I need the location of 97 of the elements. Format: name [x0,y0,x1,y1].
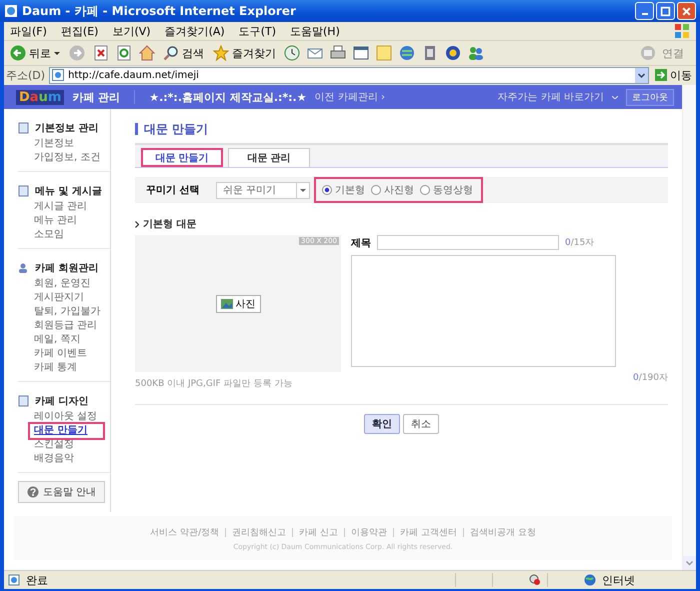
sidebar-item[interactable]: 가입정보, 조건 [18,151,100,165]
sidebar-item[interactable]: 레이아웃 설정 [18,410,98,424]
search-icon [163,45,179,61]
cafe-shortcut-dropdown[interactable]: 자주가는 카페 바로가기 [498,90,604,104]
page-heading: 대문 만들기 [135,123,668,135]
menu-item[interactable]: 도움말(H) [290,24,340,38]
chevron-icon [135,220,139,228]
sidebar-item[interactable]: 배경음악 [18,452,74,466]
search-button[interactable]: 검색 [161,45,206,61]
decorate-label: 꾸미기 선택 [146,184,200,197]
sidebar-item[interactable]: 탈퇴, 가입불가 [18,305,100,319]
page-icon [52,69,64,81]
photo-button[interactable]: 사진 [216,294,260,312]
previous-admin-link[interactable]: 이전 카페관리 › [314,90,385,104]
radio-icon[interactable] [322,185,332,195]
people-icon[interactable] [468,45,484,61]
sidebar-group-title: 카페 회원관리 [35,262,98,275]
printer-icon[interactable] [330,45,346,61]
title-label: 제목 [351,236,371,250]
sidebar-group-title: 메뉴 및 게시글 [35,185,102,198]
sidebar-group-title: 카페 디자인 [35,395,88,408]
scrollbar[interactable] [682,85,696,570]
refresh-icon[interactable] [116,45,132,61]
globe-icon[interactable] [399,45,415,61]
sidebar-item[interactable]: 메일, 쪽지 [18,333,80,347]
confirm-button[interactable]: 확인 [364,414,400,434]
minimize-icon [642,13,648,15]
menu-item[interactable]: 즐겨찾기(A) [164,24,225,38]
caret-icon [300,188,306,192]
back-button[interactable]: 뒤로 [8,45,62,61]
radio-icon[interactable] [420,185,430,195]
sidebar-item[interactable]: 게시판지기 [18,291,84,305]
go-button[interactable]: 이동 [653,68,694,82]
stop-icon[interactable] [93,45,109,61]
content-counter: 0/190자 [633,372,668,384]
sidebar-item[interactable]: 카페 이벤트 [18,347,88,361]
sidebar-item[interactable]: 기본정보 [18,137,74,151]
tab[interactable]: 대문 만들기 [141,148,223,167]
sidebar-item[interactable]: 대문 만들기 [30,424,104,438]
page-icon [8,574,20,586]
cafe-admin-title: 카페 관리 [72,90,120,104]
sidebar-item[interactable]: 메뉴 관리 [18,214,78,228]
type-radio[interactable]: 기본형 [322,183,365,197]
logout-button[interactable]: 로그아웃 [626,88,674,106]
go-arrow-icon [655,69,667,81]
sidebar-group-title: 기본정보 관리 [35,122,98,135]
minimize-button[interactable] [635,2,654,20]
sidebar-item[interactable]: 게시글 관리 [18,200,88,214]
menu-item[interactable]: 편집(E) [60,24,98,38]
type-radio[interactable]: 사진형 [371,183,414,197]
help-button[interactable]: 도움말 안내 [18,481,106,503]
person-icon [18,262,30,274]
daum-logo[interactable]: Daum [16,90,64,104]
status-text: 완료 [26,572,48,588]
maximize-icon [660,6,671,16]
address-label: 주소(D) [6,68,46,82]
note-icon[interactable] [376,45,392,61]
maximize-button[interactable] [656,2,675,20]
sidebar-item[interactable]: 스킨설정 [18,438,74,452]
star-icon [213,45,229,61]
menu-item[interactable]: 도구(T) [238,24,276,38]
windows-logo-icon [674,23,690,39]
document-icon [18,122,30,134]
menu-item[interactable]: 보기(V) [112,24,151,38]
title-counter: 0/15자 [565,237,594,249]
section-title: 기본형 대문 [143,218,196,231]
radio-icon[interactable] [371,185,381,195]
upload-note: 500KB 이내 JPG,GIF 파일만 등록 가능 [135,378,294,390]
sidebar-item[interactable]: 회원, 운영진 [18,277,90,291]
scroll-down-icon[interactable] [683,556,696,570]
menu-item[interactable]: 파일(F) [10,24,47,38]
sidebar-item[interactable]: 소모임 [18,228,64,242]
cafe-name[interactable]: ★.:*:.홈페이지 제작교실.:*:.★ [149,90,307,104]
address-field[interactable]: http://cafe.daum.net/imeji [49,66,649,84]
home-icon[interactable] [139,45,155,61]
caret-icon [612,96,618,98]
browser-icon [4,4,18,18]
title-field[interactable] [377,235,559,250]
window-title: Daum - 카페 - Microsoft Internet Explorer [22,2,296,20]
history-icon[interactable] [284,45,300,61]
close-button[interactable] [677,2,696,20]
zone-text: 인터넷 [602,572,636,588]
sidebar-item[interactable]: 회원등급 관리 [18,319,98,333]
decorate-select[interactable]: 쉬운 꾸미기 [216,182,310,198]
type-radio[interactable]: 동영상형 [420,183,473,197]
close-icon [681,6,692,16]
globe-icon [584,574,596,586]
favorites-button[interactable]: 즐겨찾기 [211,45,278,61]
content-field[interactable] [351,255,616,367]
cancel-button[interactable]: 취소 [403,414,439,434]
sidebar-item[interactable]: 카페 통계 [18,361,78,375]
forward-button[interactable] [67,45,87,61]
privacy-icon [529,574,541,586]
caret-icon [54,52,60,54]
tab[interactable]: 대문 관리 [228,148,310,167]
question-icon [27,486,39,498]
image-icon [220,298,232,310]
